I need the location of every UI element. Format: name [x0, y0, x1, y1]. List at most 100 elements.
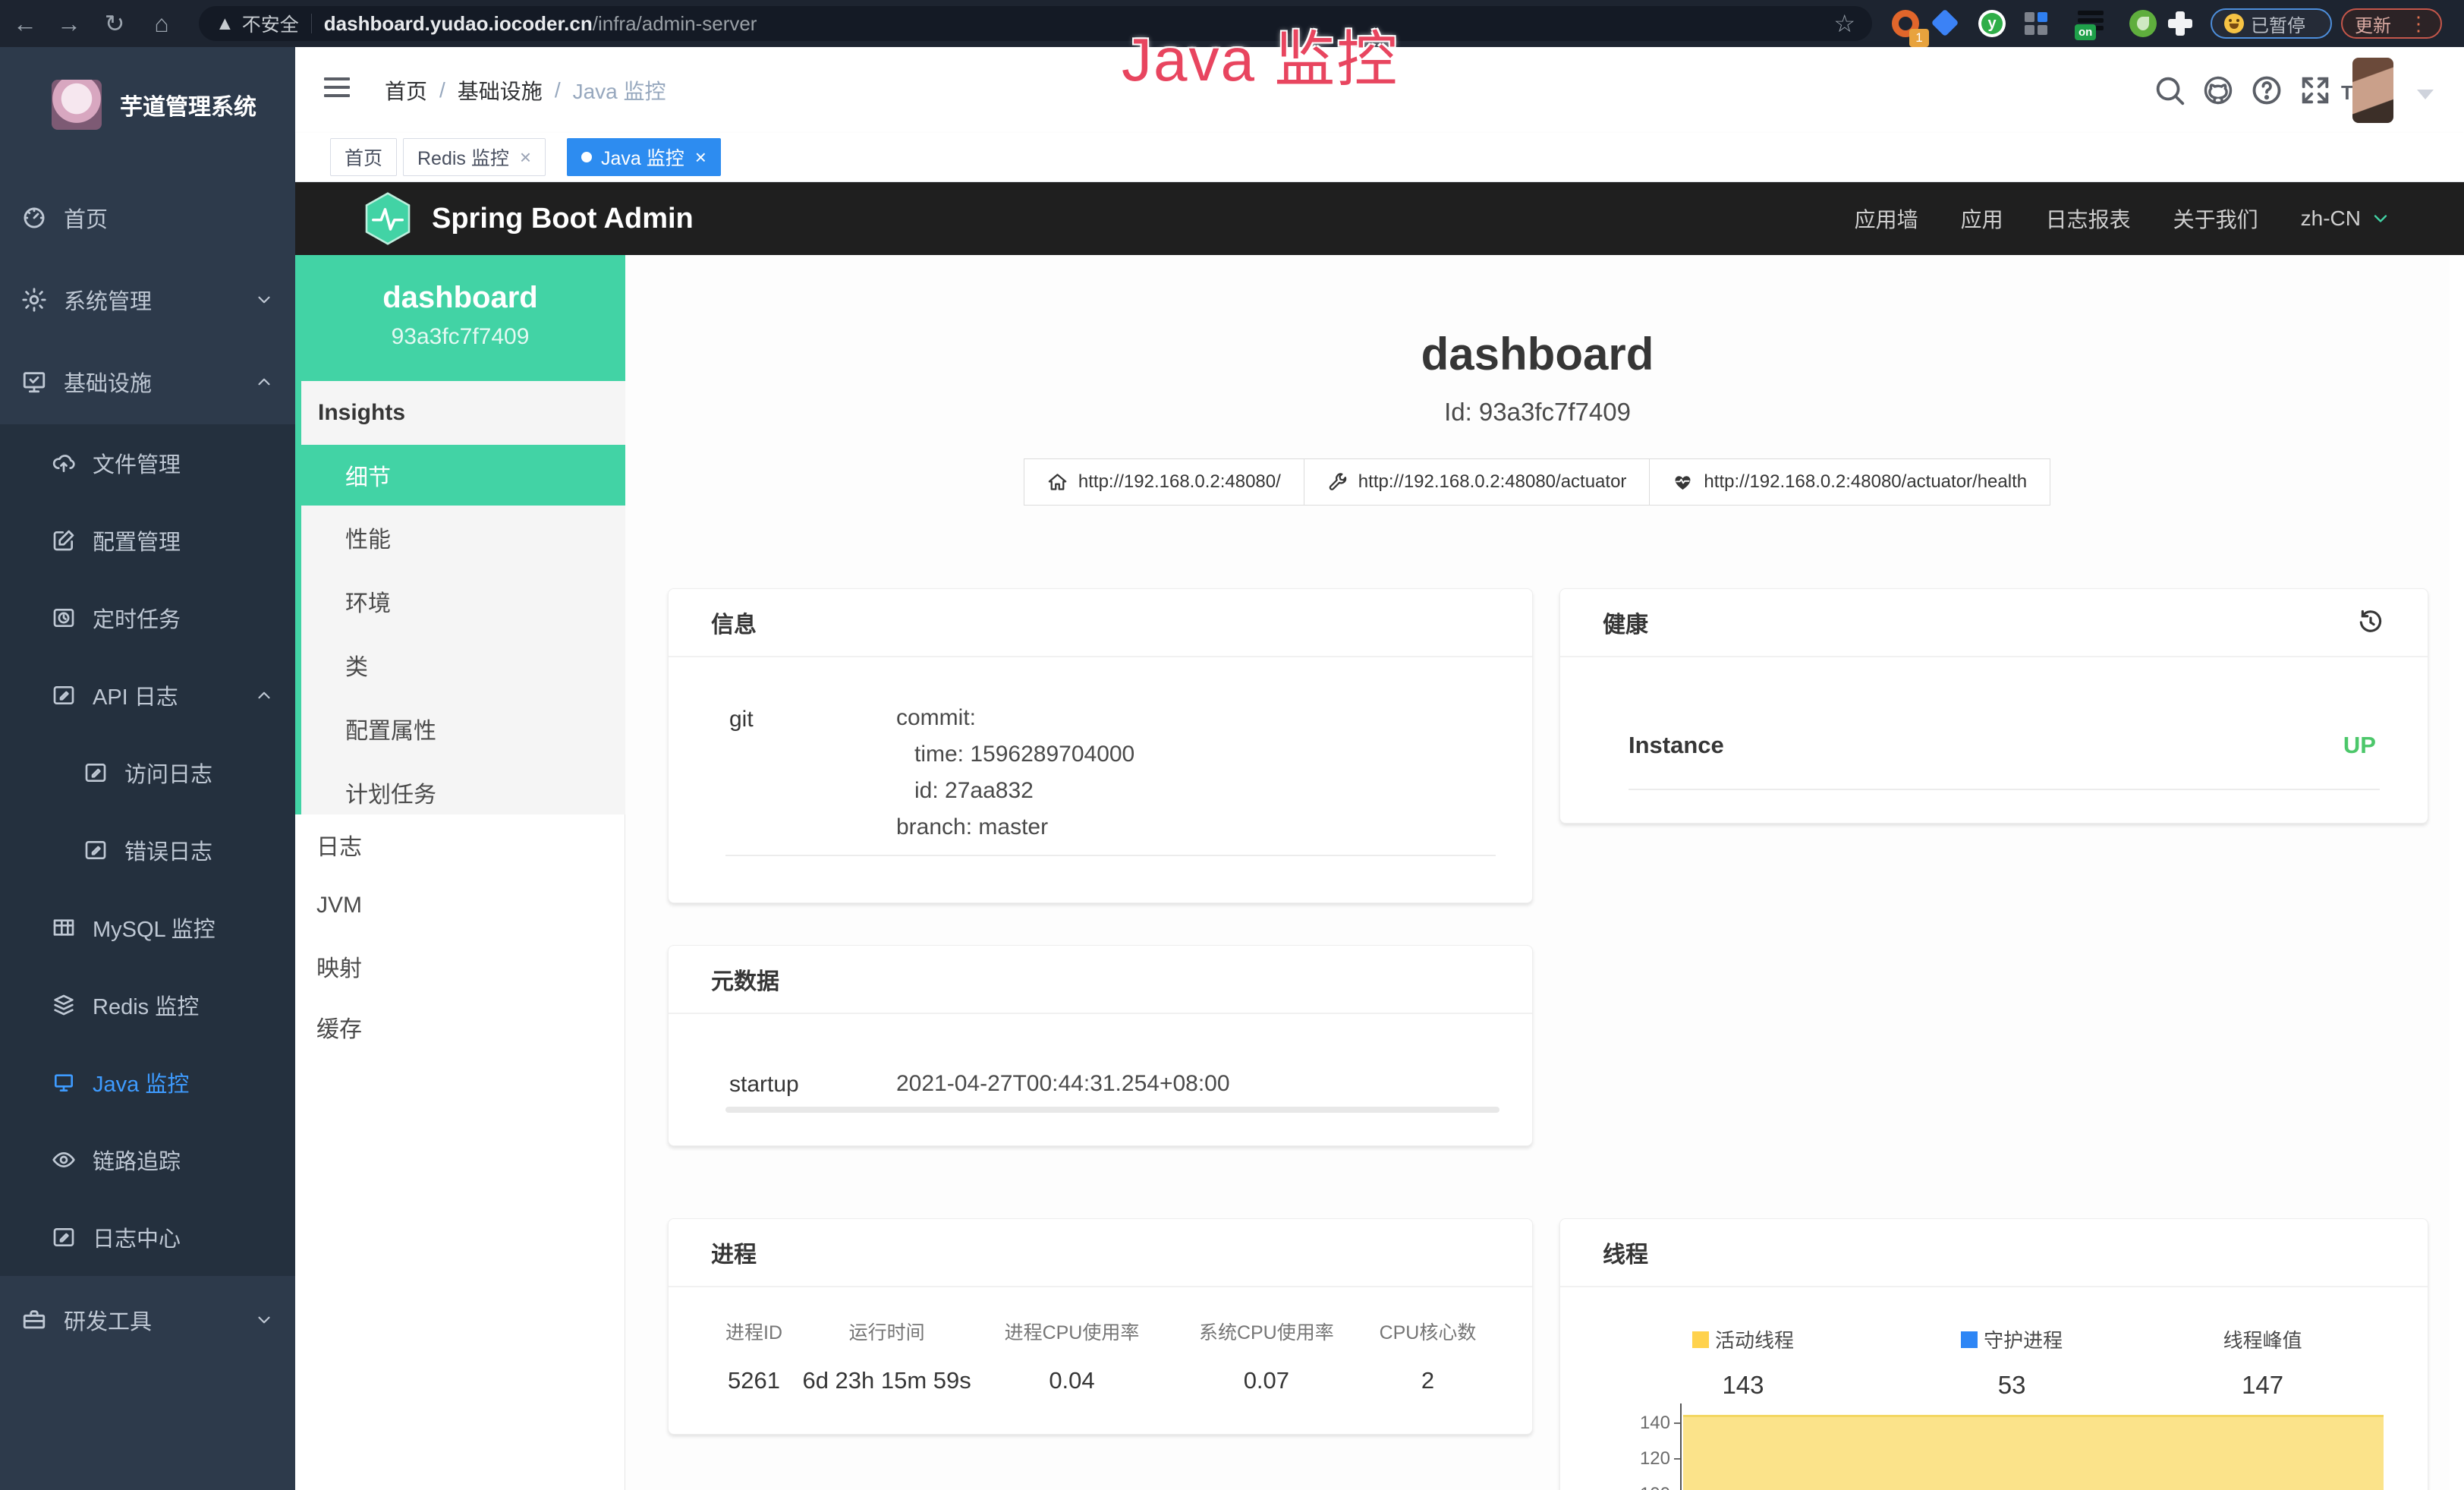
extension-green-icon[interactable]: y [1978, 10, 2006, 37]
instance-sidebar: dashboard 93a3fc7f7409 Insights 细节 性能 环境… [295, 255, 625, 1490]
not-secure-icon: ▲ [216, 13, 234, 35]
extension-grid-icon[interactable] [2025, 12, 2047, 35]
browser-back-icon[interactable]: ← [5, 0, 46, 47]
history-icon[interactable] [2356, 608, 2385, 637]
extensions-puzzle-icon[interactable] [2172, 11, 2199, 39]
side-item-config-props[interactable]: 配置属性 [301, 697, 625, 761]
sidebar-item-access-log[interactable]: 访问日志 [0, 734, 295, 811]
spring-boot-admin-logo [363, 192, 412, 245]
sidebar-collapse-icon[interactable] [324, 77, 350, 100]
breadcrumb-separator: / [555, 78, 561, 102]
close-icon[interactable]: × [520, 146, 531, 169]
side-item-caches[interactable]: 缓存 [295, 997, 625, 1057]
actuator-url-button[interactable]: http://192.168.0.2:48080/actuator [1304, 458, 1651, 506]
side-item-metrics[interactable]: 性能 [301, 506, 625, 569]
breadcrumb-item-current: Java 监控 [573, 75, 666, 106]
sidebar-item-home[interactable]: 首页 [0, 178, 295, 257]
avatar-caret-icon[interactable] [2417, 90, 2434, 99]
locale-select[interactable]: zh-CN [2301, 206, 2391, 231]
chrome-update-button[interactable]: 更新 ⋮ [2341, 8, 2442, 39]
side-item-details[interactable]: 细节 [301, 445, 625, 506]
sidebar-item-java-monitor[interactable]: Java 监控 [0, 1044, 295, 1121]
github-icon[interactable] [2201, 73, 2236, 108]
sidebar-item-mysql-monitor[interactable]: MySQL 监控 [0, 889, 295, 966]
nav-item-journal[interactable]: 日志报表 [2046, 203, 2131, 234]
sidebar-item-redis-monitor[interactable]: Redis 监控 [0, 966, 295, 1044]
address-divider [311, 14, 312, 33]
side-item-jvm[interactable]: JVM [295, 875, 625, 936]
instance-main: dashboard Id: 93a3fc7f7409 http://192.16… [625, 255, 2450, 1490]
sidebar-item-system[interactable]: 系统管理 [0, 260, 295, 339]
sidebar-item-trace[interactable]: 链路追踪 [0, 1121, 295, 1199]
sidebar-item-log-center[interactable]: 日志中心 [0, 1199, 295, 1276]
tab-redis-monitor[interactable]: Redis 监控 × [403, 138, 546, 176]
tab-home[interactable]: 首页 [330, 138, 397, 176]
fullscreen-icon[interactable] [2298, 73, 2333, 108]
close-icon[interactable]: × [695, 146, 706, 169]
chevron-down-icon [254, 1310, 274, 1330]
sidebar-item-dev-tools[interactable]: 研发工具 [0, 1281, 295, 1359]
breadcrumb-item[interactable]: 基础设施 [458, 75, 543, 106]
side-item-logs[interactable]: 日志 [295, 814, 625, 875]
breadcrumb-item[interactable]: 首页 [385, 75, 427, 106]
nav-item-applications[interactable]: 应用 [1961, 203, 2003, 234]
sidebar-item-infra[interactable]: 基础设施 [0, 342, 295, 421]
sidebar-item-label: 系统管理 [64, 284, 152, 316]
table-icon [52, 915, 76, 940]
sidebar-item-scheduled-jobs[interactable]: 定时任务 [0, 579, 295, 657]
browser-home-icon[interactable]: ⌂ [141, 0, 182, 47]
side-item-environment[interactable]: 环境 [301, 569, 625, 633]
sidebar-item-api-logs[interactable]: API 日志 [0, 657, 295, 734]
address-bar[interactable]: ▲ 不安全 dashboard.yudao.iocoder.cn /infra/… [199, 6, 1872, 41]
edit-icon [83, 761, 108, 785]
extension-list-icon[interactable]: on [2078, 11, 2105, 38]
extension-colorzilla-icon[interactable]: 1 [1892, 10, 1919, 37]
sidebar-submenu-infra: 文件管理 配置管理 定时任务 API 日志 访 [0, 424, 295, 1276]
cell-cpu-cores: 2 [1361, 1367, 1494, 1394]
page-title: dashboard [625, 328, 2450, 380]
sidebar-item-config-manage[interactable]: 配置管理 [0, 502, 295, 579]
metadata-value: 2021-04-27T00:44:31.254+08:00 [896, 1072, 1230, 1095]
sidebar-item-file-manage[interactable]: 文件管理 [0, 424, 295, 502]
bookmark-star-icon[interactable]: ☆ [1833, 9, 1855, 38]
health-url-button[interactable]: http://192.168.0.2:48080/actuator/health [1649, 458, 2050, 506]
legend-label: 活动线程 [1715, 1325, 1794, 1353]
extension-sprout-icon[interactable] [2129, 10, 2157, 37]
edit-icon [52, 683, 76, 707]
profile-paused-button[interactable]: 已暂停 [2211, 8, 2332, 39]
breadcrumb-separator: / [439, 78, 445, 102]
help-icon[interactable] [2249, 73, 2284, 108]
browser-menu-icon[interactable]: ⋮ [2409, 12, 2428, 36]
extension-count-badge: 1 [1909, 29, 1929, 47]
column-header: 进程ID [706, 1318, 801, 1345]
threads-legend: 活动线程 守护进程 线程峰值 [1606, 1325, 2382, 1353]
nav-item-about[interactable]: 关于我们 [2173, 203, 2258, 234]
instance-name: dashboard [295, 281, 625, 315]
service-url-button[interactable]: http://192.168.0.2:48080/ [1024, 458, 1304, 506]
browser-reload-icon[interactable]: ↻ [94, 0, 135, 47]
sidebar-item-error-log[interactable]: 错误日志 [0, 811, 295, 889]
tab-java-monitor[interactable]: Java 监控 × [567, 138, 721, 176]
insights-group: Insights 细节 性能 环境 类 配置属性 计划任务 [295, 381, 625, 814]
chevron-down-icon [254, 290, 274, 310]
app-logo-row[interactable]: 芋道管理系统 [0, 58, 295, 152]
chevron-up-icon [254, 372, 274, 392]
chevron-down-icon [2370, 208, 2391, 229]
extension-gem-icon[interactable] [1931, 9, 1959, 37]
card-title: 进程 [711, 1236, 757, 1269]
nav-item-wallboard[interactable]: 应用墙 [1855, 203, 1918, 234]
health-card: 健康 Instance UP [1559, 588, 2428, 824]
user-avatar[interactable] [2352, 58, 2393, 123]
metadata-card: 元数据 startup 2021-04-27T00:44:31.254+08:0… [668, 945, 1533, 1146]
screen: ← → ↻ ⌂ ▲ 不安全 dashboard.yudao.iocoder.cn… [0, 0, 2464, 1490]
browser-forward-icon[interactable]: → [49, 0, 90, 47]
card-title: 信息 [711, 606, 757, 639]
spring-boot-admin-header: Spring Boot Admin 应用墙 应用 日志报表 关于我们 zh-CN [295, 182, 2464, 255]
brand-title[interactable]: Spring Boot Admin [432, 203, 694, 235]
chart-y-axis [1680, 1403, 1682, 1490]
side-item-mappings[interactable]: 映射 [295, 936, 625, 997]
emoji-face-icon [2224, 14, 2244, 33]
sidebar-item-label: 文件管理 [93, 447, 181, 479]
side-item-classes[interactable]: 类 [301, 633, 625, 697]
search-icon[interactable] [2152, 73, 2187, 108]
